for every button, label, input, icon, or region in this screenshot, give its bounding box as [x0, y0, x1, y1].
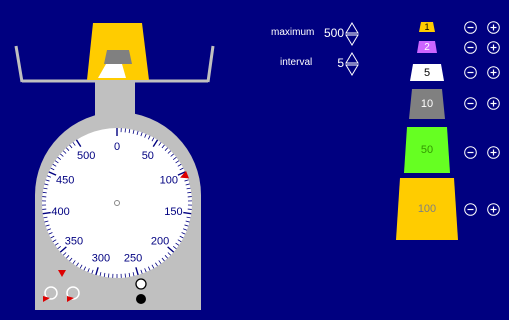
dial-tick	[187, 191, 192, 194]
dial-tick	[42, 191, 47, 194]
dial-label: 350	[65, 235, 83, 247]
maximum-label: maximum	[271, 27, 315, 38]
weight-2-minus-icon[interactable]	[464, 41, 477, 54]
reading-filled-toggle[interactable]	[136, 294, 146, 304]
dial-label: 50	[142, 150, 154, 162]
pan-weight-10	[104, 50, 132, 64]
dial-label: 400	[51, 206, 69, 218]
dial-label: 300	[92, 253, 110, 265]
weight-5-plus-icon[interactable]	[487, 66, 500, 79]
maximum-value: 500	[323, 26, 344, 40]
reading-open-toggle[interactable]	[135, 278, 147, 290]
weight-50-label[interactable]: 50	[404, 127, 450, 173]
dial-label: 500	[77, 150, 95, 162]
interval-value: 5	[337, 56, 344, 70]
weight-2-plus-icon[interactable]	[487, 41, 500, 54]
dial-label: 0	[114, 141, 120, 153]
dial-label: 100	[160, 174, 178, 186]
weight-5-label[interactable]: 5	[410, 64, 444, 81]
weight-10-label[interactable]: 10	[409, 89, 445, 119]
weight-100-minus-icon[interactable]	[464, 203, 477, 216]
dial-label: 450	[56, 174, 74, 186]
dial-label: 200	[151, 235, 169, 247]
weight-50-plus-icon[interactable]	[487, 146, 500, 159]
weight-10-plus-icon[interactable]	[487, 97, 500, 110]
interval-spinner-icon[interactable]	[345, 52, 359, 76]
weight-5-minus-icon[interactable]	[464, 66, 477, 79]
pan-weights	[87, 23, 149, 80]
weight-1-plus-icon[interactable]	[487, 21, 500, 34]
weight-1-minus-icon[interactable]	[464, 21, 477, 34]
weight-100-label[interactable]: 100	[396, 178, 458, 240]
interval-label: interval	[280, 57, 313, 68]
dial-label: 250	[124, 253, 142, 265]
maximum-spinner-icon[interactable]	[345, 22, 359, 46]
weight-100-plus-icon[interactable]	[487, 203, 500, 216]
weight-10-minus-icon[interactable]	[464, 97, 477, 110]
weight-50-minus-icon[interactable]	[464, 146, 477, 159]
weight-1-label[interactable]: 1	[419, 21, 435, 32]
dial-label: 150	[164, 206, 182, 218]
weight-2-label[interactable]: 2	[417, 41, 437, 53]
